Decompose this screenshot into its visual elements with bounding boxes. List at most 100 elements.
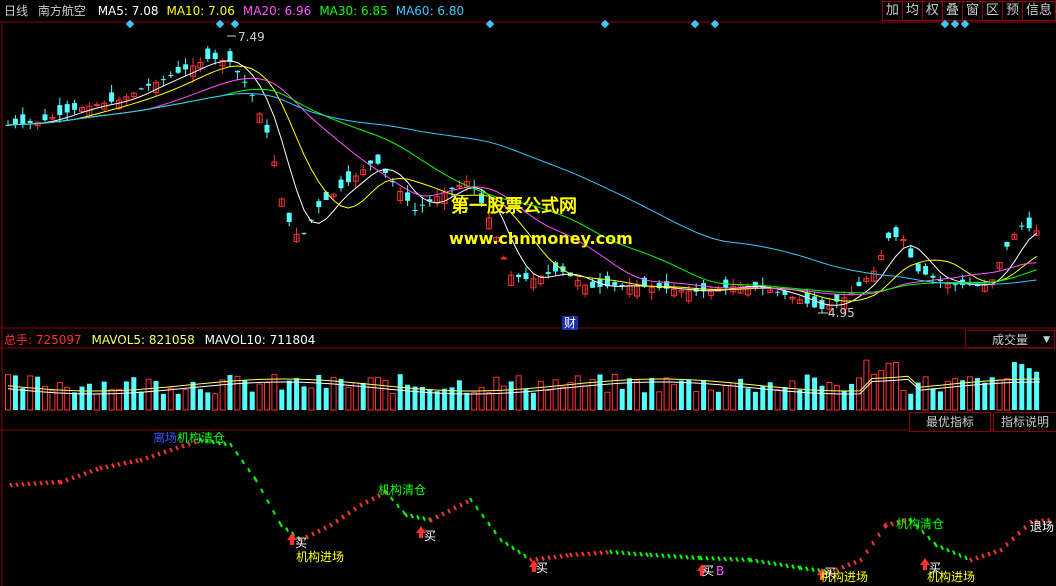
- volume-bar: [515, 375, 522, 411]
- buy-label-4: 买: [702, 564, 715, 578]
- volume-bar: [323, 387, 329, 410]
- indicator-dot: [279, 522, 283, 528]
- indicator-dot: [371, 496, 375, 502]
- volume-bar: [752, 391, 758, 410]
- volume-bar: [826, 382, 833, 411]
- candle-body: [323, 192, 329, 201]
- indicator-dot: [260, 488, 264, 494]
- indicator-dot: [946, 547, 950, 553]
- signal-enter-1: 机构进场: [296, 550, 345, 564]
- indicator-dot: [175, 445, 179, 451]
- indicator-dropdown[interactable]: 成交量 ▼: [965, 330, 1055, 348]
- candle-body: [405, 192, 411, 201]
- volume-bar: [256, 383, 263, 411]
- volume-bar: [138, 391, 144, 410]
- volume-bar: [412, 386, 418, 410]
- indicator-dot: [553, 554, 557, 560]
- volume-bar: [597, 374, 603, 410]
- indicator-dot: [859, 557, 863, 563]
- volume-bar: [205, 392, 211, 410]
- indicator-dot: [33, 481, 37, 487]
- candle-body: [338, 179, 344, 189]
- volume-bar: [745, 388, 751, 410]
- volume-bar: [234, 375, 241, 411]
- indicator-dot: [761, 559, 765, 565]
- indicator-dot: [235, 450, 239, 456]
- indicator-dot: [599, 550, 603, 556]
- indicator-dot: [958, 552, 962, 558]
- indicator-dot: [847, 562, 851, 568]
- indicator-dot: [469, 497, 473, 503]
- volume-bar: [849, 383, 855, 410]
- indicator-dot: [475, 505, 479, 511]
- watermark-url: www.chnmoney.com: [449, 229, 633, 248]
- volume-bar: [175, 393, 181, 410]
- indicator-dot: [890, 521, 894, 527]
- volume-bar: [1026, 368, 1032, 410]
- volume-bar: [604, 391, 611, 411]
- volume-bar: [145, 378, 152, 411]
- event-diamond: [600, 19, 610, 29]
- candle-body: [286, 212, 292, 222]
- volume-bar: [1019, 364, 1025, 410]
- buy-label-1: 买: [295, 536, 308, 550]
- candle-body: [915, 263, 921, 272]
- volume-bar: [79, 386, 85, 410]
- volume-bar: [530, 392, 536, 410]
- candle-body: [449, 187, 455, 189]
- volume-bar: [708, 389, 714, 411]
- indicator-dot: [779, 562, 783, 568]
- volume-bar: [86, 383, 92, 410]
- indicator-dot: [705, 555, 709, 561]
- volume-bar: [989, 377, 995, 410]
- volume-bar: [131, 377, 137, 410]
- volume-bar: [812, 377, 818, 410]
- indicator-dot: [241, 459, 245, 465]
- volume-bar: [678, 380, 684, 410]
- volume-bar: [197, 389, 203, 410]
- indicator-dot: [95, 466, 99, 472]
- volume-bar: [308, 387, 315, 411]
- best-indicator-button[interactable]: 最优指标: [909, 412, 991, 432]
- ma-line: [7, 65, 1037, 302]
- candle-body: [952, 284, 958, 286]
- indicator-dot: [341, 514, 345, 520]
- indicator-dot: [609, 549, 613, 555]
- volume-bar: [338, 378, 344, 410]
- candle-body: [1004, 241, 1010, 247]
- signal-exit: 退场: [1030, 520, 1055, 534]
- indicator-dot: [145, 455, 149, 461]
- volume-bar: [182, 389, 189, 411]
- volume-bar: [167, 387, 174, 411]
- indicator-dot: [285, 527, 289, 532]
- volume-bar: [567, 382, 574, 411]
- indicator-dot: [711, 556, 715, 561]
- candle-body: [138, 88, 144, 90]
- indicator-dot: [71, 475, 75, 481]
- indicator-dot: [247, 467, 251, 473]
- volume-bar: [375, 376, 381, 411]
- indicator-dot: [9, 482, 13, 488]
- finance-badge[interactable]: 财: [562, 316, 579, 330]
- candle-body: [175, 66, 181, 73]
- indicator-help-button[interactable]: 指标说明: [993, 412, 1056, 432]
- indicator-dot: [605, 549, 609, 555]
- candle-body: [545, 272, 551, 274]
- indicator-dot: [741, 557, 745, 563]
- volume-bar: [574, 375, 581, 411]
- indicator-dot: [487, 521, 491, 527]
- candle-body: [27, 120, 33, 123]
- candle-body: [516, 274, 522, 278]
- mavol5-label: MAVOL5: 821058: [91, 333, 195, 347]
- candle-body: [819, 299, 825, 309]
- kline-chart[interactable]: [0, 0, 1056, 586]
- volume-bar: [249, 391, 255, 410]
- event-diamond: [690, 19, 700, 29]
- volume-bar: [397, 374, 403, 410]
- indicator-dot: [661, 553, 665, 559]
- candle-body: [908, 248, 914, 258]
- volume-bar: [108, 388, 115, 411]
- volume-bar: [663, 377, 670, 411]
- indicator-dot: [111, 463, 115, 469]
- volume-bar: [974, 378, 980, 410]
